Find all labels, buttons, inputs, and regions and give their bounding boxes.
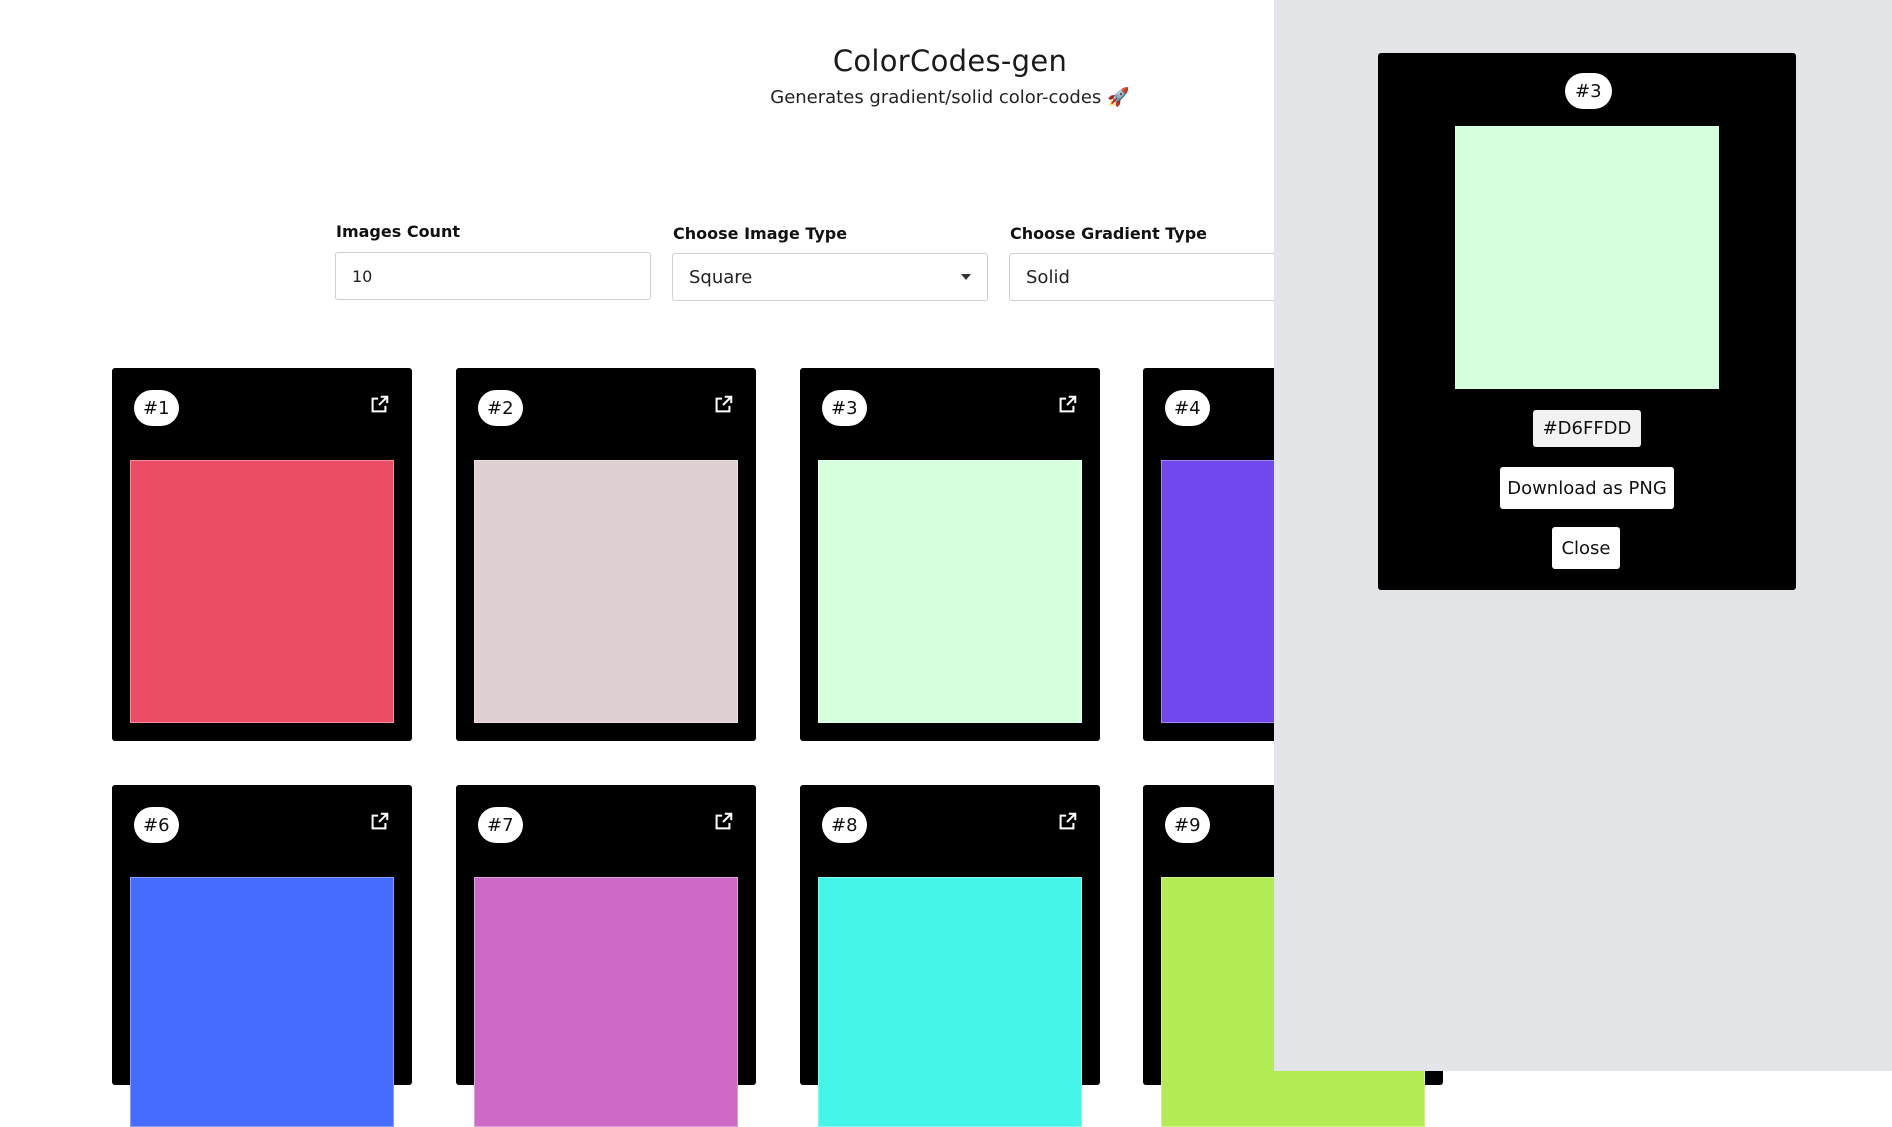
gradient-type-value: Solid <box>1026 266 1070 288</box>
color-swatch[interactable] <box>130 460 394 723</box>
color-card[interactable]: #6 <box>112 785 412 1127</box>
color-card[interactable]: #1 <box>112 368 412 741</box>
color-swatch[interactable] <box>818 877 1082 1127</box>
image-type-value: Square <box>689 266 753 288</box>
images-count-label: Images Count <box>336 222 460 241</box>
image-type-label: Choose Image Type <box>673 224 848 243</box>
color-swatch[interactable] <box>818 460 1082 723</box>
modal-number-badge: #3 <box>1565 73 1612 109</box>
card-number-badge: #7 <box>478 807 523 843</box>
card-number-badge: #6 <box>134 807 179 843</box>
open-external-icon[interactable] <box>1056 394 1078 416</box>
rocket-icon: 🚀 <box>1107 87 1130 108</box>
card-number-badge: #1 <box>134 390 179 426</box>
images-count-input[interactable]: 10 <box>335 252 651 300</box>
card-number-badge: #2 <box>478 390 523 426</box>
color-swatch[interactable] <box>130 877 394 1127</box>
open-external-icon[interactable] <box>712 811 734 833</box>
open-external-icon[interactable] <box>368 811 390 833</box>
card-number-badge: #8 <box>822 807 867 843</box>
color-card[interactable]: #8 <box>800 785 1100 1127</box>
card-number-badge: #4 <box>1165 390 1210 426</box>
open-external-icon[interactable] <box>368 394 390 416</box>
color-card[interactable]: #7 <box>456 785 756 1127</box>
open-external-icon[interactable] <box>712 394 734 416</box>
modal-color-swatch <box>1455 126 1719 389</box>
color-preview-modal: #3 #D6FFDD Download as PNG Close <box>1378 53 1796 590</box>
images-count-value: 10 <box>352 266 373 286</box>
color-swatch[interactable] <box>474 877 738 1127</box>
page: ColorCodes-gen Generates gradient/solid … <box>0 0 1892 1127</box>
card-number-badge: #9 <box>1165 807 1210 843</box>
close-button[interactable]: Close <box>1552 527 1620 569</box>
download-png-button[interactable]: Download as PNG <box>1500 467 1674 509</box>
caret-down-icon <box>961 274 971 280</box>
color-swatch[interactable] <box>474 460 738 723</box>
color-card[interactable]: #2 <box>456 368 756 741</box>
gradient-type-label: Choose Gradient Type <box>1010 224 1208 243</box>
open-external-icon[interactable] <box>1056 811 1078 833</box>
card-number-badge: #3 <box>822 390 867 426</box>
subtitle-text: Generates gradient/solid color-codes <box>770 87 1102 108</box>
image-type-select[interactable]: Square <box>672 253 988 301</box>
color-card[interactable]: #3 <box>800 368 1100 741</box>
color-code-label[interactable]: #D6FFDD <box>1533 410 1641 447</box>
